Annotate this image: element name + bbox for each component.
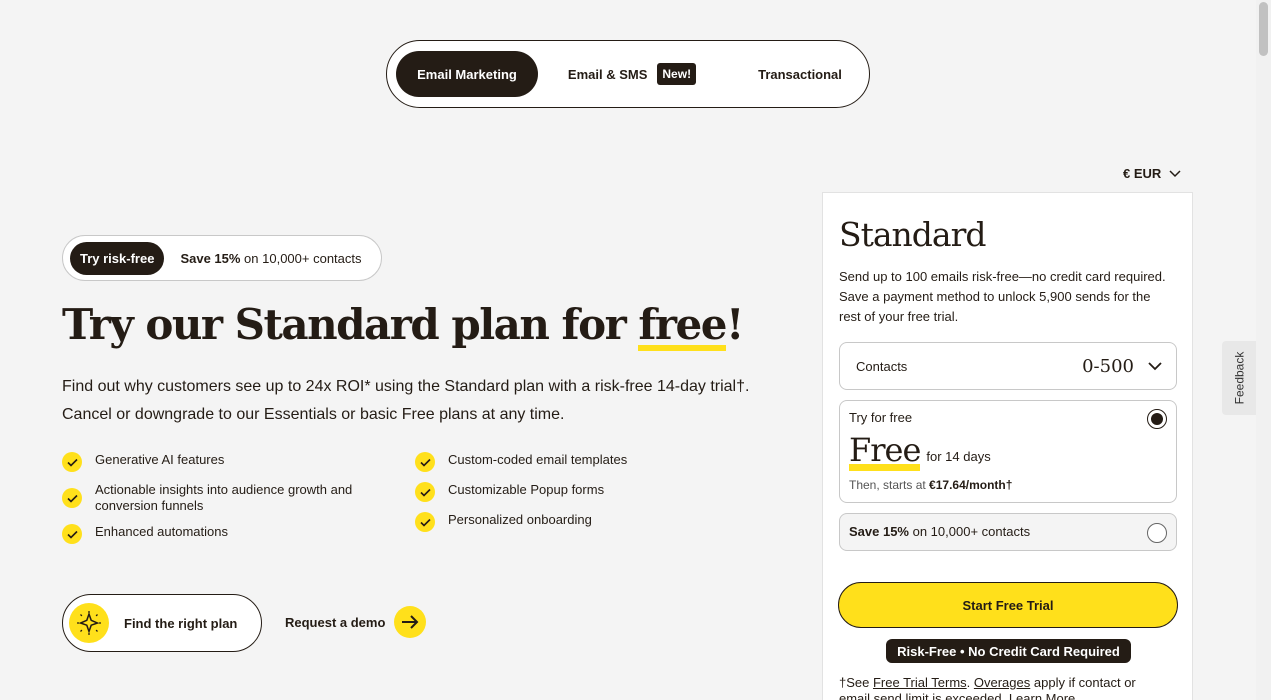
try-risk-free-tag: Try risk-free: [70, 241, 165, 275]
plan-title: Standard: [839, 215, 986, 254]
trial-duration: for 14 days: [926, 449, 991, 464]
feature-item: Actionable insights into audience growth…: [62, 482, 382, 514]
request-demo-link[interactable]: Request a demo: [285, 606, 427, 638]
price-display: Free for 14 days: [849, 431, 991, 471]
promo-text: Save 15% on 10,000+ contacts: [180, 251, 361, 266]
chevron-down-icon: [1148, 361, 1162, 370]
page-description: Find out why customers see up to 24x ROI…: [62, 378, 750, 423]
scrollbar-thumb[interactable]: [1259, 2, 1268, 56]
radio-unselected[interactable]: [1147, 523, 1167, 543]
product-tab-switcher: Email Marketing Email & SMS New! Transac…: [386, 40, 870, 108]
arrow-right-icon: [394, 606, 427, 638]
feedback-label: Feedback: [1232, 351, 1247, 405]
feature-label: Actionable insights into audience growth…: [95, 482, 353, 513]
feature-label: Custom-coded email templates: [448, 452, 628, 467]
save-15-bold: Save 15%: [849, 524, 909, 539]
feedback-tab[interactable]: Feedback: [1222, 341, 1256, 415]
tab-email-sms[interactable]: Email & SMS New!: [562, 51, 702, 97]
learn-more-link[interactable]: Learn More: [1009, 691, 1075, 700]
chevron-down-icon: [1169, 169, 1181, 177]
check-icon: [415, 452, 435, 472]
headline-prefix: Try our Standard plan for: [62, 300, 639, 349]
start-free-trial-button[interactable]: Start Free Trial: [838, 582, 1178, 628]
page-title: Try our Standard plan for free!: [62, 300, 744, 351]
feature-item: Custom-coded email templates: [415, 452, 735, 472]
check-icon: [415, 482, 435, 502]
tab-email-marketing[interactable]: Email Marketing: [396, 51, 538, 97]
promo-pill: Try risk-free Save 15% on 10,000+ contac…: [62, 235, 382, 281]
overages-link[interactable]: Overages: [974, 675, 1030, 690]
then-prefix: Then, starts at: [849, 478, 930, 492]
try-free-option[interactable]: Try for free Free for 14 days Then, star…: [839, 400, 1177, 503]
request-demo-label: Request a demo: [285, 614, 386, 630]
foot-pre: †See: [839, 675, 873, 690]
feature-item: Enhanced automations: [62, 524, 382, 544]
feature-label: Generative AI features: [95, 452, 225, 467]
headline-highlight: free: [638, 300, 727, 351]
currency-label: € EUR: [1123, 166, 1162, 181]
save-15-option[interactable]: Save 15% on 10,000+ contacts: [839, 513, 1177, 551]
contacts-label: Contacts: [856, 358, 908, 374]
promo-save-rest: on 10,000+ contacts: [240, 250, 362, 266]
trial-footnote: †See Free Trial Terms. Overages apply if…: [839, 675, 1169, 700]
feature-label: Personalized onboarding: [448, 512, 592, 527]
plan-description: Send up to 100 emails risk-free—no credi…: [839, 269, 1166, 324]
headline-suffix: !: [726, 300, 744, 349]
feature-item: Customizable Popup forms: [415, 482, 735, 502]
find-right-plan-label: Find the right plan: [124, 615, 238, 631]
then-price-value: €17.64/month†: [929, 478, 1013, 492]
standard-plan-card: Standard Send up to 100 emails risk-free…: [822, 192, 1193, 700]
currency-selector[interactable]: € EUR: [1123, 166, 1181, 181]
feature-item: Generative AI features: [62, 452, 382, 472]
save-15-rest: on 10,000+ contacts: [909, 524, 1031, 539]
feature-label: Customizable Popup forms: [448, 482, 605, 497]
tab-email-sms-label: Email & SMS: [567, 66, 648, 82]
check-icon: [62, 452, 82, 472]
check-icon: [62, 524, 82, 544]
promo-save-bold: Save 15%: [180, 250, 241, 266]
risk-free-badge: Risk-Free • No Credit Card Required: [886, 639, 1131, 663]
free-trial-terms-link[interactable]: Free Trial Terms: [873, 675, 967, 690]
price-free-text: Free: [849, 431, 921, 469]
tab-transactional[interactable]: Transactional: [747, 51, 853, 97]
check-icon: [415, 512, 435, 532]
then-price: Then, starts at €17.64/month†: [849, 478, 1012, 492]
price-free: Free: [849, 431, 921, 471]
scrollbar-track[interactable]: [1256, 0, 1271, 700]
sparkle-icon: [69, 603, 109, 643]
foot-mid1: .: [966, 675, 974, 690]
try-free-label: Try for free: [849, 410, 913, 425]
find-right-plan-button[interactable]: Find the right plan: [62, 594, 262, 652]
check-icon: [62, 488, 82, 508]
feature-label: Enhanced automations: [95, 524, 228, 539]
contacts-value: 0-500: [1082, 355, 1134, 377]
save-15-text: Save 15% on 10,000+ contacts: [849, 524, 1030, 539]
feature-item: Personalized onboarding: [415, 512, 735, 532]
contacts-dropdown[interactable]: Contacts 0-500: [839, 342, 1177, 390]
radio-selected[interactable]: [1147, 409, 1167, 429]
new-badge: New!: [657, 63, 697, 85]
